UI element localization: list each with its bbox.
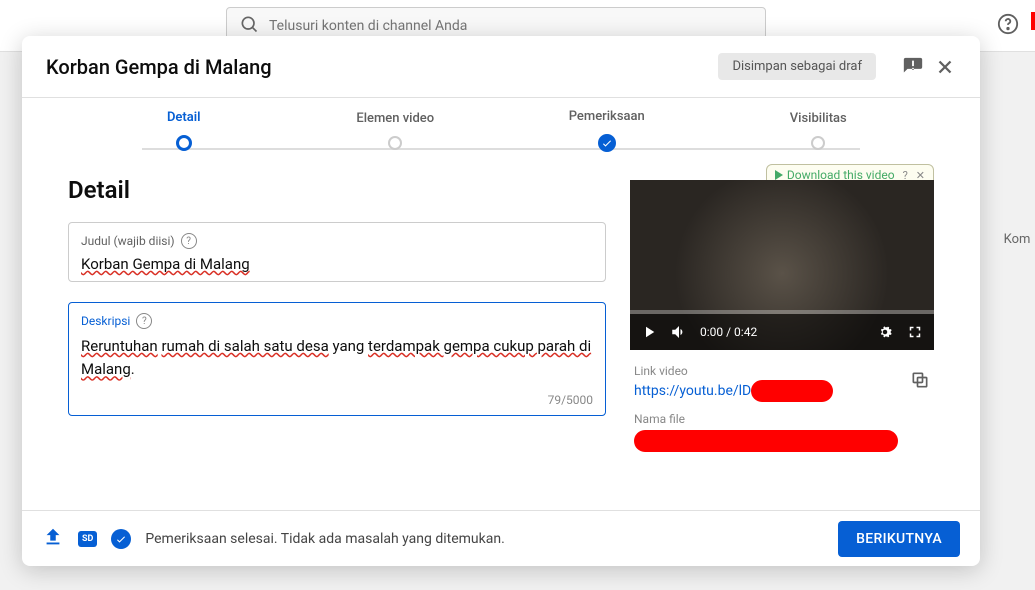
title-field-label: Judul (wajib diisi) ? bbox=[81, 233, 593, 249]
settings-icon[interactable] bbox=[876, 323, 894, 341]
quality-badge: SD bbox=[78, 531, 97, 547]
copy-icon[interactable] bbox=[910, 370, 930, 394]
step-circle bbox=[811, 136, 825, 150]
fullscreen-icon[interactable] bbox=[906, 323, 924, 341]
create-button-edge bbox=[1031, 12, 1035, 30]
title-field-value[interactable]: Korban Gempa di Malang bbox=[81, 255, 593, 273]
video-link-label: Link video bbox=[634, 364, 930, 378]
help-icon[interactable] bbox=[997, 13, 1019, 39]
step-label: Visibilitas bbox=[713, 111, 925, 126]
description-counter: 79/5000 bbox=[548, 393, 593, 407]
draft-status-chip: Disimpan sebagai draf bbox=[718, 53, 876, 80]
help-icon[interactable]: ? bbox=[181, 233, 197, 249]
description-field[interactable]: Deskripsi ? Reruntuhan rumah di salah sa… bbox=[68, 302, 606, 416]
step-pemeriksaan[interactable]: Pemeriksaan bbox=[501, 109, 713, 152]
step-circle-check bbox=[598, 134, 616, 152]
video-time: 0:00 / 0:42 bbox=[700, 325, 757, 339]
step-visibilitas[interactable]: Visibilitas bbox=[713, 111, 925, 150]
step-circle bbox=[388, 136, 402, 150]
background-tab-stub: Kom bbox=[999, 232, 1035, 247]
modal-title: Korban Gempa di Malang bbox=[46, 55, 718, 79]
play-icon bbox=[775, 170, 783, 180]
video-preview[interactable]: 0:00 / 0:42 bbox=[630, 180, 934, 350]
volume-icon[interactable] bbox=[670, 323, 688, 341]
play-icon[interactable] bbox=[640, 323, 658, 341]
redacted-link-suffix bbox=[751, 380, 833, 402]
step-label: Detail bbox=[78, 110, 290, 125]
step-label: Elemen video bbox=[290, 111, 502, 126]
check-circle-icon bbox=[111, 529, 131, 549]
step-label: Pemeriksaan bbox=[501, 109, 713, 124]
step-detail[interactable]: Detail bbox=[78, 110, 290, 151]
close-icon[interactable] bbox=[934, 56, 956, 78]
next-button[interactable]: BERIKUTNYA bbox=[838, 521, 960, 557]
footer-status-text: Pemeriksaan selesai. Tidak ada masalah y… bbox=[145, 531, 504, 547]
search-icon bbox=[239, 14, 259, 38]
section-title-detail: Detail bbox=[68, 176, 606, 204]
upload-modal: Korban Gempa di Malang Disimpan sebagai … bbox=[22, 36, 980, 566]
description-field-value[interactable]: Reruntuhan rumah di salah satu desa yang… bbox=[81, 335, 593, 407]
help-icon[interactable]: ? bbox=[136, 313, 152, 329]
feedback-icon[interactable] bbox=[902, 56, 924, 78]
upload-icon bbox=[42, 526, 64, 552]
filename-label: Nama file bbox=[634, 412, 930, 426]
redacted-filename bbox=[634, 430, 898, 452]
description-field-label: Deskripsi ? bbox=[81, 313, 593, 329]
title-field[interactable]: Judul (wajib diisi) ? Korban Gempa di Ma… bbox=[68, 222, 606, 282]
step-circle bbox=[176, 135, 192, 151]
stepper: Detail Elemen video Pemeriksaan Visibili… bbox=[22, 98, 980, 156]
step-elemen-video[interactable]: Elemen video bbox=[290, 111, 502, 150]
search-input[interactable] bbox=[269, 18, 753, 34]
video-link[interactable]: https://youtu.be/lD bbox=[634, 380, 930, 402]
